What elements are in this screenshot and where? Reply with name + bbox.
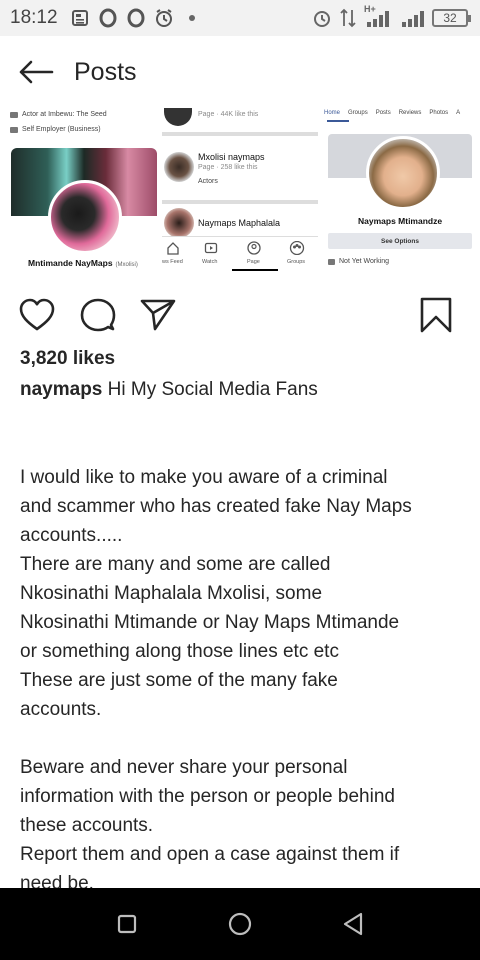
- status-bar: 18:12 H+ 32: [0, 0, 480, 36]
- fb-tab: Reviews: [398, 110, 422, 116]
- briefcase-icon: [10, 111, 18, 118]
- post-image-left-panel: Actor at Imbewu: The Seed Self Employer …: [8, 108, 158, 280]
- profile-name-suffix: (Mxolisi): [115, 262, 138, 268]
- profile-avatar: [48, 180, 122, 254]
- watch-icon: [204, 241, 218, 260]
- page-category: Actors: [198, 178, 218, 185]
- home-button[interactable]: [220, 904, 260, 944]
- network-type-label: H+: [364, 4, 376, 14]
- caption-line: There are many and some are called: [20, 554, 331, 575]
- send-icon: [140, 299, 176, 331]
- fb-tab: Groups: [348, 110, 368, 116]
- caption-line: Beware and never share your personal: [20, 757, 348, 778]
- caption-line: These are just some of the many fake: [20, 670, 338, 691]
- caption-line: these accounts.: [20, 815, 154, 836]
- fb-bottom-tabs: ws Feed Watch Page Groups: [162, 236, 318, 272]
- caption-first-line: naymaps Hi My Social Media Fans: [20, 378, 318, 402]
- signal-icon: H+: [364, 4, 394, 28]
- see-options-label: See Options: [381, 237, 419, 245]
- see-options-button: See Options: [328, 233, 472, 249]
- comment-icon: [80, 298, 116, 332]
- post-image-middle-panel: Page · 44K like this Mxolisi naymaps Pag…: [162, 108, 318, 280]
- recents-button[interactable]: [107, 904, 147, 944]
- back-button[interactable]: [16, 52, 56, 92]
- caption-line: I would like to make you aware of a crim…: [20, 467, 388, 488]
- caption-line: information with the person or people be…: [20, 786, 395, 807]
- post-image[interactable]: Actor at Imbewu: The Seed Self Employer …: [0, 108, 480, 280]
- fb-tab: Photos: [429, 110, 449, 116]
- post-username[interactable]: naymaps: [20, 379, 102, 400]
- fb-tab: Home: [324, 110, 341, 116]
- triangle-back-icon: [344, 912, 363, 936]
- profile-work-line: Actor at Imbewu: The Seed: [22, 111, 107, 118]
- app-header: Posts: [0, 36, 480, 108]
- page-title: Posts: [74, 57, 137, 86]
- square-icon: [117, 914, 136, 934]
- battery-indicator: 32: [432, 9, 471, 27]
- notification-dot-icon: [182, 8, 202, 28]
- opera-icon: [126, 8, 146, 28]
- comment-button[interactable]: [79, 296, 117, 334]
- home-icon: [166, 241, 180, 260]
- save-button[interactable]: [417, 296, 455, 334]
- post-image-right-panel: Home Groups Posts Reviews Photos A Nayma…: [324, 108, 476, 280]
- tab-label: Watch: [202, 259, 218, 265]
- page-likes-line: Page · 44K like this: [198, 111, 259, 118]
- back-arrow-icon: [19, 60, 54, 84]
- back-nav-button[interactable]: [333, 904, 373, 944]
- like-button[interactable]: [18, 296, 56, 334]
- groups-icon: [289, 240, 305, 260]
- data-transfer-icon: [338, 8, 358, 28]
- briefcase-icon: [328, 258, 335, 265]
- tab-label: Page: [247, 259, 260, 265]
- circle-icon: [228, 912, 252, 936]
- caption-text: Hi My Social Media Fans: [107, 379, 318, 400]
- system-nav-bar: [0, 888, 480, 960]
- page-avatar: [164, 208, 194, 238]
- alarm-icon: [312, 8, 332, 28]
- profile-name: Naymaps Mtimandze: [358, 216, 443, 226]
- tab-label: ws Feed: [162, 259, 183, 265]
- caption-line: Nkosinathi Maphalala Mxolisi, some: [20, 583, 323, 604]
- page-thumbnail: [164, 108, 192, 126]
- bookmark-icon: [420, 297, 452, 333]
- alarm-icon: [154, 8, 174, 28]
- work-status: Not Yet Working: [339, 258, 390, 265]
- profile-icon: [247, 241, 261, 260]
- briefcase-icon: [10, 126, 18, 133]
- caption-line: and scammer who has created fake Nay Map…: [20, 496, 412, 517]
- caption-body: I would like to make you aware of a crim…: [20, 434, 465, 898]
- status-time: 18:12: [10, 7, 58, 28]
- tab-label: Groups: [287, 259, 306, 265]
- caption-line: Nkosinathi Mtimande or Nay Maps Mtimande: [20, 612, 400, 633]
- caption-line: accounts.: [20, 699, 102, 720]
- profile-avatar: [366, 136, 440, 210]
- page-avatar: [164, 152, 194, 182]
- caption-line: or something along those lines etc etc: [20, 641, 339, 662]
- profile-work-line: Self Employer (Business): [22, 126, 101, 133]
- page-name: Naymaps Maphalala: [198, 218, 281, 228]
- opera-icon: [98, 8, 118, 28]
- fb-tab: A: [456, 110, 461, 116]
- likes-count[interactable]: 3,820 likes: [20, 348, 115, 370]
- page-likes: Page · 258 like this: [198, 164, 258, 171]
- news-icon: [70, 8, 90, 28]
- profile-name: Mntimande NayMaps: [28, 258, 113, 268]
- signal-icon: [400, 8, 426, 28]
- share-button[interactable]: [139, 296, 177, 334]
- heart-icon: [19, 298, 55, 331]
- fb-tab: Posts: [375, 110, 391, 116]
- caption-line: accounts.....: [20, 525, 123, 546]
- page-name: Mxolisi naymaps: [198, 152, 265, 162]
- post-actions: [0, 292, 480, 340]
- caption-line: Report them and open a case against them…: [20, 844, 400, 865]
